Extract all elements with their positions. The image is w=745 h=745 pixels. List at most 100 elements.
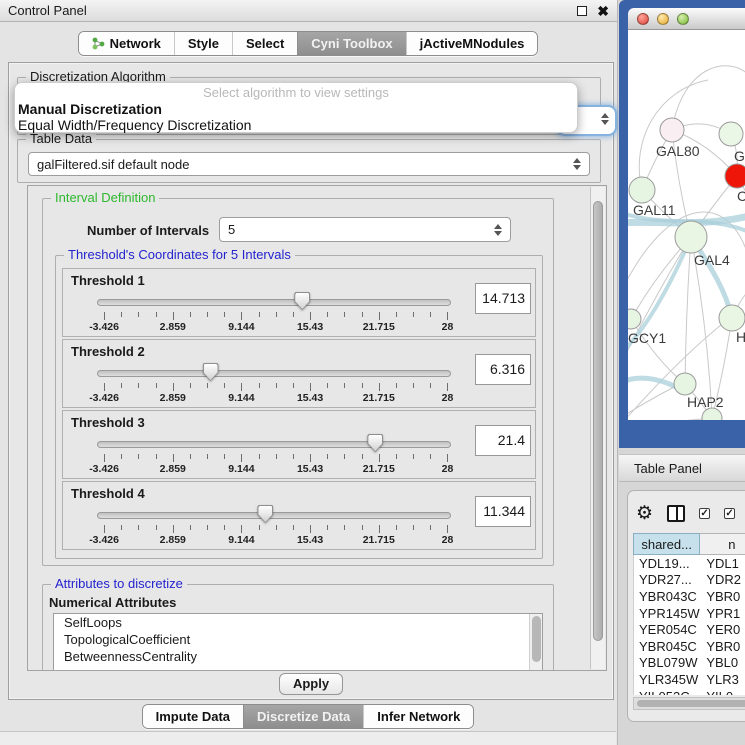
tab-discretize-data[interactable]: Discretize Data <box>243 705 363 728</box>
list-scrollbar[interactable] <box>529 614 542 671</box>
network-icon <box>92 37 105 50</box>
network-node[interactable] <box>629 177 655 203</box>
threshold-2-value-field[interactable]: 6.316 <box>475 354 531 385</box>
slider-thumb[interactable] <box>367 434 383 452</box>
network-node[interactable] <box>725 164 745 188</box>
table-body[interactable]: YDL19...YDL1 YDR27...YDR2 YBR043CYBR0 YP… <box>633 555 745 695</box>
num-intervals-label: Number of Intervals <box>87 223 209 238</box>
gear-icon[interactable]: ⚙ <box>636 504 653 523</box>
table-row[interactable]: YDL19...YDL1 <box>634 555 745 572</box>
network-node[interactable] <box>719 305 745 331</box>
table-row[interactable]: YER054CYER0 <box>634 621 745 638</box>
apply-button[interactable]: Apply <box>279 673 343 695</box>
slider-ticks <box>97 382 451 391</box>
table-row[interactable]: YLR345WYLR3 <box>634 671 745 688</box>
threshold-2-slider[interactable]: -3.4262.8599.14415.4321.71528 <box>63 340 535 407</box>
minimize-window-icon[interactable] <box>657 13 669 25</box>
table-row[interactable]: YBR045CYBR0 <box>634 638 745 655</box>
table-row[interactable]: YBL079WYBL0 <box>634 655 745 672</box>
slider-thumb[interactable] <box>203 363 219 381</box>
tab-jactivemnodules[interactable]: jActiveMNodules <box>406 32 538 55</box>
table-row[interactable]: YIL053CYIL0 <box>634 688 745 695</box>
table-row[interactable]: YBR043CYBR0 <box>634 588 745 605</box>
slider-track[interactable] <box>97 441 451 448</box>
checkbox-icon[interactable]: ✓ <box>724 508 735 519</box>
network-node[interactable] <box>675 221 707 253</box>
table-header-row: shared... n <box>633 533 745 555</box>
table-panel-toolbar: ⚙ ✓ ✓ <box>636 499 735 527</box>
tab-network[interactable]: Network <box>79 32 174 55</box>
slider-tick-labels: -3.4262.8599.14415.4321.71528 <box>97 321 451 333</box>
checkbox-icon[interactable]: ✓ <box>699 508 710 519</box>
float-panel-icon[interactable] <box>577 6 587 16</box>
table-data-group: Table Data galFiltered.sif default node <box>17 139 601 183</box>
slider-track[interactable] <box>97 512 451 519</box>
settings-scrollbar[interactable] <box>590 187 605 669</box>
dropdown-option-manual-discretization[interactable]: Manual Discretization <box>15 101 577 117</box>
threshold-1-slider[interactable]: -3.4262.8599.14415.4321.71528 <box>63 269 535 336</box>
algorithm-dropdown-popup: Select algorithm to view settings Manual… <box>14 82 578 133</box>
network-node-label: GA <box>734 148 745 164</box>
attributes-group-title: Attributes to discretize <box>51 577 187 591</box>
column-header-shared-name[interactable]: shared... <box>633 533 700 555</box>
combo-arrows-icon <box>488 224 502 236</box>
threshold-4-value-field[interactable]: 11.344 <box>475 496 531 527</box>
network-node[interactable] <box>628 309 641 329</box>
algorithm-settings-panel: Interval Definition Number of Intervals … <box>27 185 607 671</box>
network-node-label: GCY1 <box>628 330 666 346</box>
network-node-label: H <box>736 329 745 345</box>
close-window-icon[interactable] <box>637 13 649 25</box>
threshold-1-value-field[interactable]: 14.713 <box>475 283 531 314</box>
slider-ticks <box>97 524 451 533</box>
dropdown-placeholder-item[interactable]: Select algorithm to view settings <box>15 85 577 101</box>
network-node[interactable] <box>674 373 696 395</box>
slider-ticks <box>97 453 451 462</box>
table-horizontal-scrollbar[interactable] <box>633 697 745 710</box>
tab-style[interactable]: Style <box>174 32 232 55</box>
network-view-window[interactable]: GAL80GACGAL11GAL4GCY1HHAP2 <box>619 0 745 448</box>
cyni-content-frame: Discretization Algorithm Table Data galF… <box>8 62 614 700</box>
combo-arrows-icon <box>567 158 581 170</box>
zoom-window-icon[interactable] <box>677 13 689 25</box>
close-panel-icon[interactable]: ✖ <box>597 6 609 16</box>
slider-track[interactable] <box>97 370 451 377</box>
panel-title: Control Panel <box>8 3 87 18</box>
interval-group-title: Interval Definition <box>51 191 159 205</box>
control-panel-titlebar: Control Panel ✖ <box>0 0 617 22</box>
network-node[interactable] <box>719 122 743 146</box>
tab-cyni-toolbox[interactable]: Cyni Toolbox <box>297 32 405 55</box>
list-item[interactable]: TopologicalCoefficient <box>54 631 542 648</box>
slider-thumb[interactable] <box>294 292 310 310</box>
tab-select[interactable]: Select <box>232 32 297 55</box>
table-row[interactable]: YPR145WYPR1 <box>634 605 745 622</box>
list-item[interactable]: BetweennessCentrality <box>54 648 542 665</box>
threshold-3-value-field[interactable]: 21.4 <box>475 425 531 456</box>
network-node[interactable] <box>660 118 684 142</box>
scrollbar-thumb[interactable] <box>593 201 603 641</box>
table-data-group-title: Table Data <box>26 132 96 146</box>
tab-infer-network[interactable]: Infer Network <box>363 705 473 728</box>
dropdown-option-equal-width-frequency[interactable]: Equal Width/Frequency Discretization <box>15 117 577 133</box>
num-intervals-combobox[interactable]: 5 <box>219 217 511 242</box>
network-window-titlebar[interactable] <box>628 8 745 30</box>
threshold-3-slider[interactable]: -3.4262.8599.14415.4321.71528 <box>63 411 535 478</box>
thresholds-group-title: Threshold's Coordinates for 5 Intervals <box>64 248 295 262</box>
scrollbar-thumb[interactable] <box>637 700 745 707</box>
column-header-name[interactable]: n <box>700 533 745 555</box>
slider-thumb[interactable] <box>257 505 273 523</box>
network-node-label: GAL4 <box>694 252 730 268</box>
network-canvas[interactable]: GAL80GACGAL11GAL4GCY1HHAP2 <box>628 30 745 420</box>
list-item[interactable]: SelfLoops <box>54 614 542 631</box>
tab-impute-data[interactable]: Impute Data <box>143 705 243 728</box>
column-layout-icon[interactable] <box>667 505 685 522</box>
slider-track[interactable] <box>97 299 451 306</box>
application-window: Control Panel ✖ Network <box>0 0 745 745</box>
threshold-4-slider[interactable]: -3.4262.8599.14415.4321.71528 <box>63 482 535 549</box>
combo-arrows-icon <box>595 113 609 125</box>
network-node-label: HAP2 <box>687 394 724 410</box>
numerical-attributes-list[interactable]: SelfLoops TopologicalCoefficient Between… <box>53 613 543 671</box>
threshold-3-row: Threshold 3 -3.4262.8599.14415.4321.7152… <box>62 410 536 479</box>
table-data-combobox[interactable]: galFiltered.sif default node <box>28 152 590 176</box>
bottom-tab-strip: Impute Data Discretize Data Infer Networ… <box>0 704 616 729</box>
table-row[interactable]: YDR27...YDR2 <box>634 572 745 589</box>
